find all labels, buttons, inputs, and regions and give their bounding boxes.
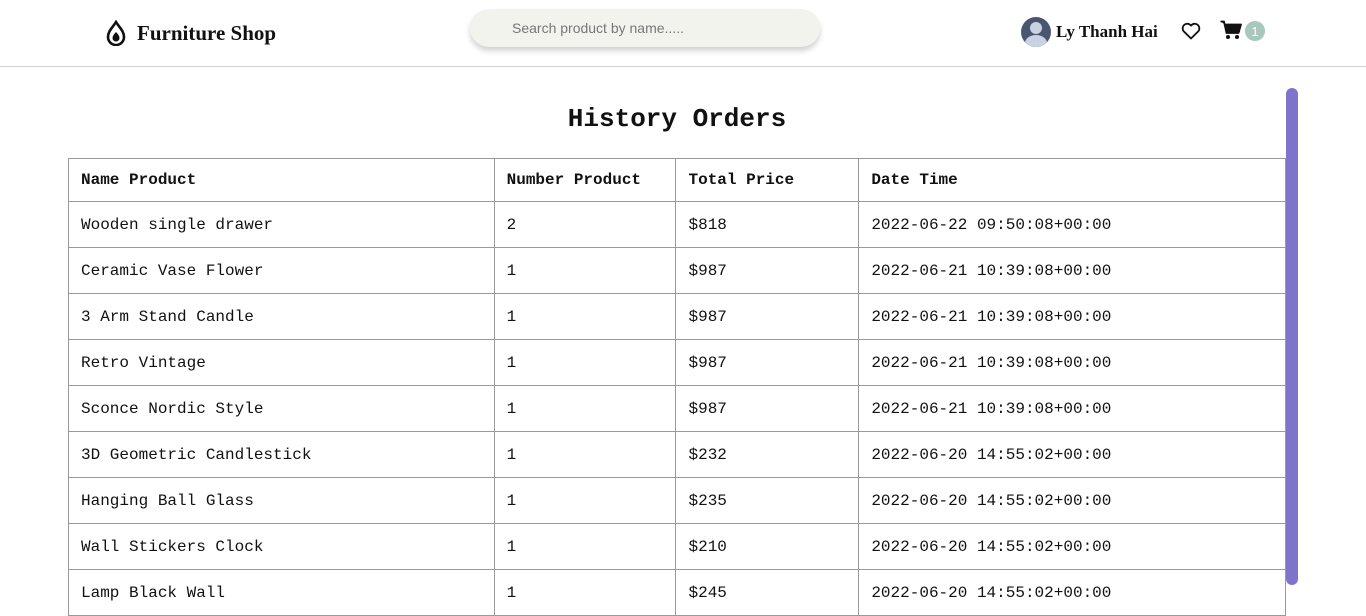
orders-table-container: Name Product Number Product Total Price … <box>68 158 1286 616</box>
user-profile[interactable]: Ly Thanh Hai <box>1021 17 1158 47</box>
cell-total-price: $235 <box>675 477 860 524</box>
table-row: Lamp Black Wall 1 $245 2022-06-20 14:55:… <box>68 569 1286 616</box>
table-row: Ceramic Vase Flower 1 $987 2022-06-21 10… <box>68 247 1286 294</box>
cell-number-product: 1 <box>493 523 677 570</box>
cell-number-product: 1 <box>493 431 677 478</box>
cell-date-time: 2022-06-21 10:39:08+00:00 <box>858 385 1286 432</box>
cell-name-product: 3 Arm Stand Candle <box>68 293 495 340</box>
table-row: 3D Geometric Candlestick 1 $232 2022-06-… <box>68 431 1286 478</box>
cell-total-price: $818 <box>675 201 860 248</box>
cell-date-time: 2022-06-20 14:55:02+00:00 <box>858 569 1286 616</box>
column-header-name-product: Name Product <box>68 158 495 202</box>
cell-name-product: Lamp Black Wall <box>68 569 495 616</box>
cell-name-product: 3D Geometric Candlestick <box>68 431 495 478</box>
cell-total-price: $987 <box>675 339 860 386</box>
brand[interactable]: Furniture Shop <box>105 20 276 46</box>
cell-name-product: Retro Vintage <box>68 339 495 386</box>
cell-name-product: Sconce Nordic Style <box>68 385 495 432</box>
table-row: Wooden single drawer 2 $818 2022-06-22 0… <box>68 201 1286 248</box>
cell-number-product: 1 <box>493 339 677 386</box>
cell-name-product: Wooden single drawer <box>68 201 495 248</box>
cell-total-price: $987 <box>675 247 860 294</box>
scrollbar-thumb[interactable] <box>1286 88 1298 585</box>
top-navbar: Furniture Shop Ly Thanh Hai 1 <box>0 0 1366 67</box>
cell-number-product: 1 <box>493 569 677 616</box>
cell-total-price: $232 <box>675 431 860 478</box>
table-row: 3 Arm Stand Candle 1 $987 2022-06-21 10:… <box>68 293 1286 340</box>
cell-name-product: Hanging Ball Glass <box>68 477 495 524</box>
logo-drop-icon <box>106 20 126 46</box>
column-header-total-price: Total Price <box>675 158 860 202</box>
cart-icon[interactable] <box>1220 20 1242 40</box>
search-bar <box>470 9 820 47</box>
cell-number-product: 1 <box>493 293 677 340</box>
cell-name-product: Ceramic Vase Flower <box>68 247 495 294</box>
brand-name: Furniture Shop <box>137 20 277 45</box>
cell-number-product: 1 <box>493 477 677 524</box>
cart-count-badge: 1 <box>1245 21 1265 41</box>
column-header-number-product: Number Product <box>493 158 677 202</box>
table-header-row: Name Product Number Product Total Price … <box>68 158 1286 202</box>
column-header-date-time: Date Time <box>858 158 1286 202</box>
cell-name-product: Wall Stickers Clock <box>68 523 495 570</box>
cell-date-time: 2022-06-22 09:50:08+00:00 <box>858 201 1286 248</box>
cell-total-price: $210 <box>675 523 860 570</box>
search-input[interactable] <box>510 19 804 37</box>
heart-icon[interactable] <box>1181 22 1201 40</box>
table-row: Hanging Ball Glass 1 $235 2022-06-20 14:… <box>68 477 1286 524</box>
cell-date-time: 2022-06-20 14:55:02+00:00 <box>858 523 1286 570</box>
cell-date-time: 2022-06-20 14:55:02+00:00 <box>858 477 1286 524</box>
table-row: Retro Vintage 1 $987 2022-06-21 10:39:08… <box>68 339 1286 386</box>
orders-table: Name Product Number Product Total Price … <box>68 158 1286 616</box>
user-name: Ly Thanh Hai <box>1056 22 1158 41</box>
cell-date-time: 2022-06-21 10:39:08+00:00 <box>858 247 1286 294</box>
cell-total-price: $987 <box>675 293 860 340</box>
cell-date-time: 2022-06-21 10:39:08+00:00 <box>858 339 1286 386</box>
cell-total-price: $987 <box>675 385 860 432</box>
table-row: Wall Stickers Clock 1 $210 2022-06-20 14… <box>68 523 1286 570</box>
user-avatar <box>1021 17 1051 47</box>
cell-number-product: 1 <box>493 385 677 432</box>
cell-number-product: 1 <box>493 247 677 294</box>
cell-date-time: 2022-06-20 14:55:02+00:00 <box>858 431 1286 478</box>
table-row: Sconce Nordic Style 1 $987 2022-06-21 10… <box>68 385 1286 432</box>
page-title: History Orders <box>567 104 787 134</box>
cell-number-product: 2 <box>493 201 677 248</box>
cell-total-price: $245 <box>675 569 860 616</box>
cell-date-time: 2022-06-21 10:39:08+00:00 <box>858 293 1286 340</box>
